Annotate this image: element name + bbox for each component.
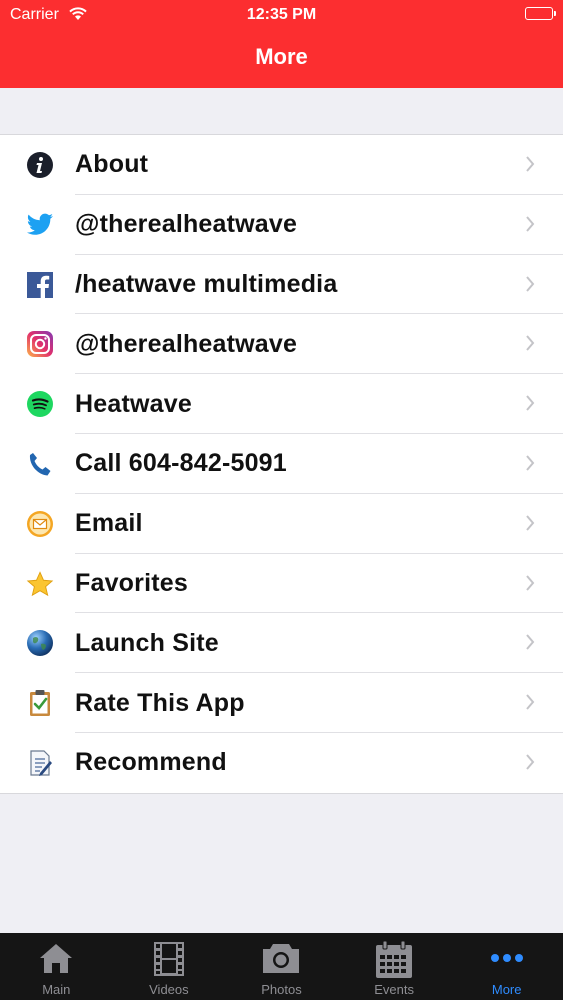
menu-item-label: @therealheatwave [75, 329, 298, 358]
menu-item-recommend[interactable]: Recommend [0, 733, 563, 793]
instagram-icon [26, 330, 54, 358]
more-menu-list: About @therealheatwave /heatwave multime… [0, 134, 563, 794]
tab-label: Events [374, 982, 414, 997]
tab-bar: Main Videos Photos Events More [0, 933, 563, 1000]
menu-item-label: About [75, 150, 149, 179]
chevron-right-icon [525, 693, 535, 716]
tab-main[interactable]: Main [0, 933, 113, 1000]
chevron-right-icon [525, 215, 535, 238]
menu-item-about[interactable]: About [0, 135, 563, 195]
phone-icon [26, 450, 54, 478]
globe-icon [26, 629, 54, 657]
menu-item-label: @therealheatwave [75, 210, 298, 239]
menu-item-spotify[interactable]: Heatwave [0, 374, 563, 434]
twitter-icon [26, 211, 54, 239]
menu-item-label: Favorites [75, 568, 188, 597]
info-icon [26, 151, 54, 179]
menu-item-email[interactable]: Email [0, 494, 563, 554]
clipboard-icon [26, 689, 54, 717]
tab-events[interactable]: Events [338, 933, 451, 1000]
chevron-right-icon [525, 394, 535, 417]
chevron-right-icon [525, 514, 535, 537]
chevron-right-icon [525, 753, 535, 776]
menu-item-label: Heatwave [75, 389, 192, 418]
chevron-right-icon [525, 633, 535, 656]
menu-item-launch-site[interactable]: Launch Site [0, 613, 563, 673]
tab-photos[interactable]: Photos [225, 933, 338, 1000]
tab-videos[interactable]: Videos [113, 933, 226, 1000]
navigation-header: Carrier 12:35 PM More [0, 0, 563, 88]
tab-label: More [491, 982, 522, 997]
menu-item-label: /heatwave multimedia [75, 269, 338, 298]
menu-item-call[interactable]: Call 604-842-5091 [0, 434, 563, 494]
tab-label: Videos [149, 982, 189, 997]
menu-item-facebook[interactable]: /heatwave multimedia [0, 255, 563, 315]
email-icon [26, 510, 54, 538]
status-time: 12:35 PM [246, 6, 317, 23]
menu-item-label: Recommend [75, 748, 227, 777]
status-bar: Carrier 12:35 PM [0, 0, 563, 30]
chevron-right-icon [525, 454, 535, 477]
menu-item-instagram[interactable]: @therealheatwave [0, 314, 563, 374]
menu-item-label: Launch Site [75, 628, 219, 657]
battery-icon [525, 7, 556, 20]
page-title: More [255, 44, 308, 69]
menu-item-twitter[interactable]: @therealheatwave [0, 195, 563, 255]
chevron-right-icon [525, 155, 535, 178]
menu-item-label: Email [75, 509, 143, 538]
tab-label: Photos [261, 982, 302, 997]
menu-item-label: Call 604-842-5091 [75, 449, 287, 478]
document-icon [26, 749, 54, 777]
chevron-right-icon [525, 334, 535, 357]
menu-item-label: Rate This App [75, 688, 245, 717]
star-icon [26, 570, 54, 598]
tab-more[interactable]: More [450, 933, 563, 1000]
chevron-right-icon [525, 275, 535, 298]
facebook-icon [26, 271, 54, 299]
menu-item-favorites[interactable]: Favorites [0, 554, 563, 614]
tab-label: Main [42, 982, 71, 997]
spotify-icon [26, 390, 54, 418]
menu-item-rate-app[interactable]: Rate This App [0, 673, 563, 733]
chevron-right-icon [525, 574, 535, 597]
